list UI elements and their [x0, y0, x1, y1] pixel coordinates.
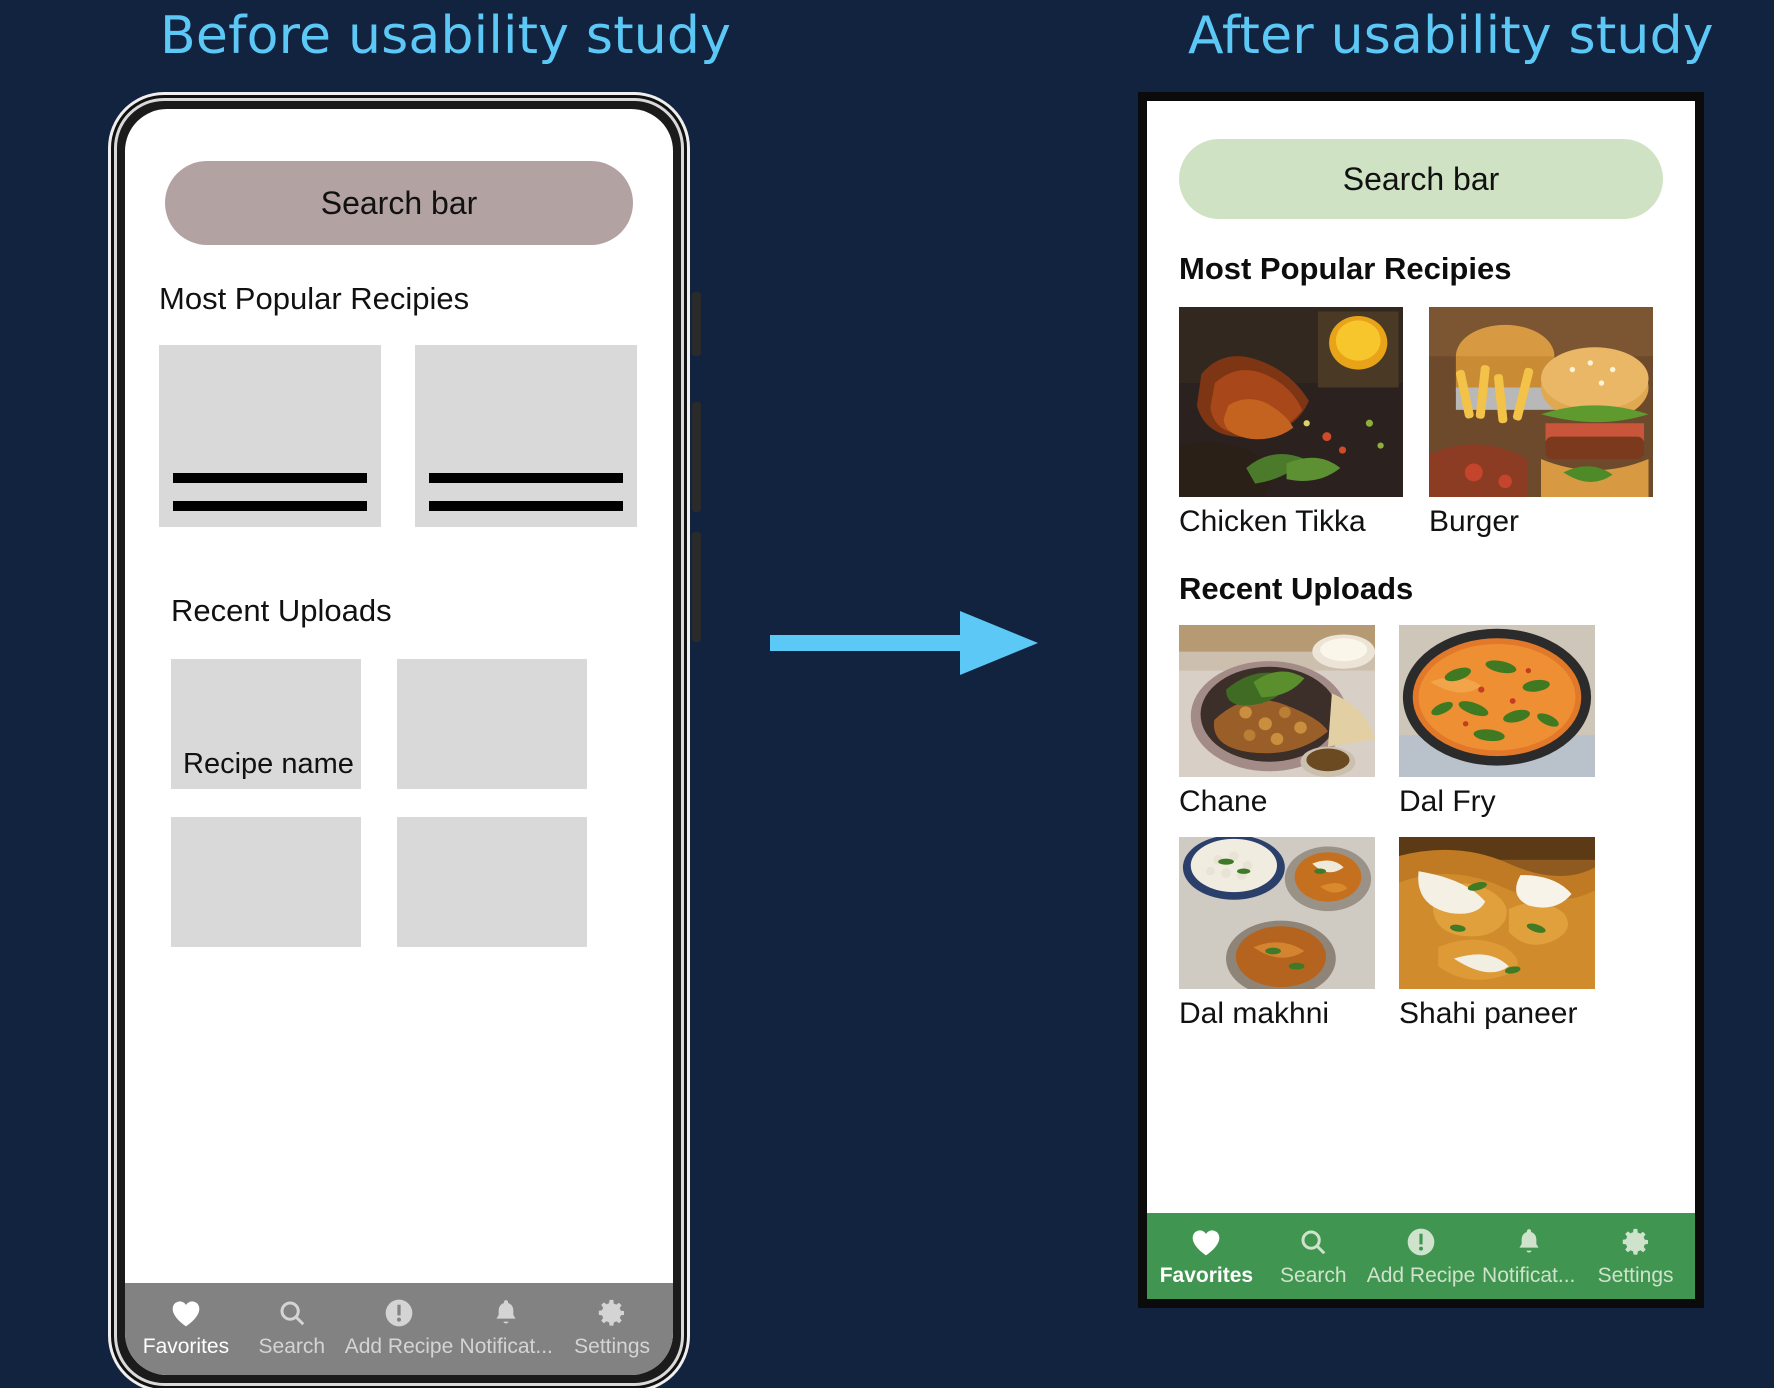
recipe-name-label: Dal makhni [1179, 997, 1330, 1030]
nav-label: Add Recipe [1366, 1263, 1476, 1287]
nav-item-notifications[interactable]: Notificat... [453, 1296, 559, 1359]
bottom-navigation-before: Favorites Search Add Recipe Notificat...… [125, 1283, 673, 1375]
recipe-placeholder-card[interactable] [159, 345, 381, 527]
nav-label: Settings [1597, 1263, 1674, 1287]
recipe-placeholder-tile[interactable] [171, 817, 361, 947]
recipe-card[interactable]: Dal makhni [1179, 837, 1375, 1031]
phone-side-button [692, 292, 701, 356]
search-bar-after[interactable]: Search bar [1179, 139, 1663, 219]
right-arrow-icon [770, 605, 1040, 681]
nav-label: Notificat... [1482, 1263, 1576, 1287]
popular-recipes-grid: Chicken Tikka Burger [1179, 307, 1663, 539]
gear-icon [596, 1296, 628, 1330]
placeholder-text-line [429, 501, 623, 511]
phone-volume-down-button [692, 532, 701, 642]
chicken-tikka-photo [1179, 307, 1403, 497]
nav-item-search[interactable]: Search [239, 1296, 345, 1359]
nav-label: Notificat... [459, 1334, 553, 1358]
nav-item-add-recipe[interactable]: Add Recipe [344, 1296, 454, 1359]
comparison-canvas: Before usability study After usability s… [0, 0, 1774, 1388]
before-panel-title: Before usability study [160, 6, 732, 66]
section-heading-recent: Recent Uploads [1179, 571, 1414, 606]
nav-label: Favorites [1159, 1263, 1254, 1287]
nav-item-add-recipe[interactable]: Add Recipe [1366, 1225, 1476, 1288]
recipe-name-label: Chicken Tikka [1179, 505, 1366, 538]
bell-icon [492, 1296, 520, 1330]
recipe-name-label: Chane [1179, 785, 1268, 818]
recipe-name-label: Shahi paneer [1399, 997, 1578, 1030]
nav-label: Settings [574, 1334, 651, 1358]
nav-item-settings[interactable]: Settings [1582, 1225, 1689, 1288]
dal-makhni-photo [1179, 837, 1375, 989]
heart-icon [170, 1296, 202, 1330]
recent-uploads-grid: Recipe name [171, 659, 639, 947]
burger-photo [1429, 307, 1653, 497]
nav-item-settings[interactable]: Settings [559, 1296, 665, 1359]
bottom-navigation-after: Favorites Search Add Recipe Notificat... [1147, 1213, 1695, 1299]
section-heading-popular: Most Popular Recipies [1179, 251, 1512, 286]
after-phone-mockup: Search bar Most Popular Recipies Chicken… [1138, 92, 1704, 1308]
dal-fry-photo [1399, 625, 1595, 777]
recipe-card[interactable]: Dal Fry [1399, 625, 1595, 819]
before-phone-mockup: Search bar Most Popular Recipies Recent … [108, 92, 701, 1388]
nav-label: Search [258, 1334, 326, 1358]
recipe-card[interactable]: Chicken Tikka [1179, 307, 1403, 539]
search-bar-before[interactable]: Search bar [165, 161, 633, 245]
nav-label: Add Recipe [344, 1334, 454, 1358]
placeholder-text-line [173, 501, 367, 511]
recipe-card[interactable]: Shahi paneer [1399, 837, 1595, 1031]
before-phone-screen: Search bar Most Popular Recipies Recent … [125, 109, 673, 1375]
recipe-name-label: Recipe name [183, 748, 354, 780]
nav-label: Search [1280, 1263, 1347, 1287]
placeholder-text-line [429, 473, 623, 483]
recipe-placeholder-tile[interactable] [397, 817, 587, 947]
bell-icon [1515, 1225, 1543, 1259]
search-bar-label: Search bar [320, 184, 478, 221]
recipe-placeholder-tile[interactable] [397, 659, 587, 789]
exclamation-circle-icon [1405, 1225, 1437, 1259]
phone-volume-up-button [692, 402, 701, 512]
nav-item-search[interactable]: Search [1260, 1225, 1367, 1288]
shahi-paneer-photo [1399, 837, 1595, 989]
chane-photo [1179, 625, 1375, 777]
heart-icon [1190, 1225, 1222, 1259]
section-heading-recent: Recent Uploads [171, 593, 392, 628]
recent-uploads-grid: Chane Dal Fry Dal makhni Shahi paneer [1179, 625, 1663, 1031]
recipe-placeholder-tile[interactable]: Recipe name [171, 659, 361, 789]
gear-icon [1620, 1225, 1652, 1259]
placeholder-text-line [173, 473, 367, 483]
nav-label: Favorites [142, 1334, 230, 1358]
exclamation-circle-icon [383, 1296, 415, 1330]
after-panel-title: After usability study [1188, 6, 1714, 66]
search-bar-label: Search bar [1342, 160, 1500, 197]
recipe-name-label: Burger [1429, 505, 1520, 538]
popular-recipes-grid [159, 345, 639, 527]
nav-item-notifications[interactable]: Notificat... [1475, 1225, 1582, 1288]
nav-item-favorites[interactable]: Favorites [1153, 1225, 1260, 1288]
recipe-card[interactable]: Burger [1429, 307, 1653, 539]
recipe-card[interactable]: Chane [1179, 625, 1375, 819]
after-phone-screen: Search bar Most Popular Recipies Chicken… [1147, 101, 1695, 1213]
section-heading-popular: Most Popular Recipies [159, 281, 470, 316]
recipe-name-label: Dal Fry [1399, 785, 1496, 818]
nav-item-favorites[interactable]: Favorites [133, 1296, 239, 1359]
search-icon [1298, 1225, 1328, 1259]
recipe-placeholder-card[interactable] [415, 345, 637, 527]
search-icon [277, 1296, 307, 1330]
